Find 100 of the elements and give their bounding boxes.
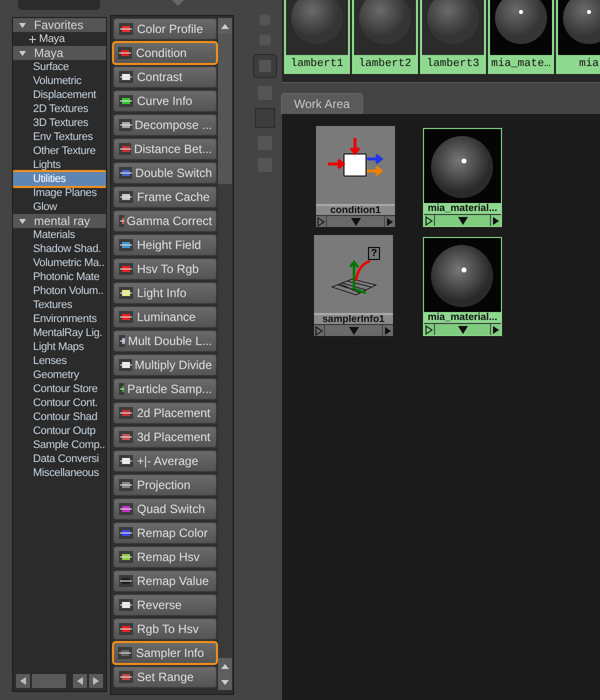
output-port-icon [383, 325, 393, 337]
node-button[interactable]: Frame Cache [113, 186, 217, 208]
tree-item[interactable]: Sample Comp.. [13, 438, 106, 452]
node-type-icon [118, 477, 134, 493]
tree-item[interactable]: Volumetric Ma.. [13, 256, 106, 270]
up-arrow-icon[interactable] [221, 24, 229, 28]
tree-item[interactable]: Photon Volum.. [13, 284, 106, 298]
scroll-thumb[interactable] [218, 34, 232, 184]
tree-item[interactable]: Shadow Shad. [13, 242, 106, 256]
node-button[interactable]: Projection [113, 474, 217, 496]
node-button[interactable]: Mult Double L... [113, 330, 217, 352]
tree-item[interactable]: Contour Store [13, 382, 106, 396]
toolbar-icon[interactable] [253, 54, 277, 78]
tree-header[interactable]: Maya [13, 46, 106, 60]
node-type-icon [118, 429, 134, 445]
node-type-icon [117, 645, 133, 661]
filter-field[interactable] [18, 0, 100, 10]
tree-item[interactable]: 3D Textures [13, 116, 106, 130]
tree-item[interactable]: Miscellaneous [13, 466, 106, 480]
node-button[interactable]: Condition [113, 42, 217, 64]
tree-item[interactable]: Materials [13, 228, 106, 242]
scroll-left-button[interactable] [16, 674, 30, 688]
tree-item[interactable]: Environments [13, 312, 106, 326]
node-button[interactable]: Color Profile [113, 18, 217, 40]
tree-item[interactable]: MentalRay Lig. [13, 326, 106, 340]
node-type-icon [118, 669, 134, 685]
tree-item[interactable]: Contour Cont. [13, 396, 106, 410]
material-swatch[interactable]: lambert3 [420, 0, 486, 74]
shader-node[interactable]: condition1 [316, 126, 395, 227]
node-type-icon [118, 333, 125, 349]
node-type-icon [118, 549, 134, 565]
material-swatch[interactable]: mia_mate… [488, 0, 554, 74]
node-type-icon [118, 189, 134, 205]
node-button[interactable]: Double Switch [113, 162, 217, 184]
tree-item[interactable]: Displacement [13, 88, 106, 102]
scroll-right-button[interactable] [89, 674, 103, 688]
down-arrow-icon[interactable] [221, 680, 229, 684]
node-type-icon [118, 69, 134, 85]
node-button[interactable]: 2d Placement [113, 402, 217, 424]
tree-item[interactable]: 2D Textures [13, 102, 106, 116]
node-type-icon [118, 573, 134, 589]
swatch-label: lambert2 [354, 55, 416, 74]
tree-item[interactable]: Glow [13, 200, 106, 214]
node-button[interactable]: Light Info [113, 282, 217, 304]
node-button[interactable]: Contrast [113, 66, 217, 88]
material-swatch[interactable]: lambert2 [352, 0, 418, 74]
node-label: condition1 [316, 204, 395, 215]
tree-item[interactable]: Volumetric [13, 74, 106, 88]
tree-item[interactable]: Maya [13, 32, 106, 46]
node-button[interactable]: Hsv To Rgb [113, 258, 217, 280]
tree-item[interactable]: Surface [13, 60, 106, 74]
tree-item[interactable]: Data Conversi [13, 452, 106, 466]
tree-item[interactable]: Contour Shad [13, 410, 106, 424]
scroll-left-button[interactable] [73, 674, 87, 688]
node-label: samplerInfo1 [314, 313, 393, 324]
shader-node[interactable]: mia_material... [423, 237, 502, 336]
node-button[interactable]: Set Range [113, 666, 217, 688]
output-port-icon [491, 324, 501, 336]
node-button[interactable]: 3d Placement [113, 426, 217, 448]
node-button[interactable]: Curve Info [113, 90, 217, 112]
node-button[interactable]: Sampler Info [113, 642, 217, 664]
node-button[interactable]: Height Field [113, 234, 217, 256]
tree-item[interactable]: Textures [13, 298, 106, 312]
tree-item[interactable]: Image Planes [13, 186, 106, 200]
tree-header[interactable]: mental ray [13, 214, 106, 228]
node-button[interactable]: Remap Color [113, 522, 217, 544]
tree-item[interactable]: Other Texture [13, 144, 106, 158]
node-button[interactable]: Distance Bet... [113, 138, 217, 160]
node-button[interactable]: Luminance [113, 306, 217, 328]
material-swatch[interactable]: mia [556, 0, 600, 74]
material-swatch[interactable]: lambert1 [284, 0, 350, 74]
node-button[interactable]: Particle Samp... [113, 378, 217, 400]
shader-node[interactable]: mia_material... [423, 128, 502, 227]
node-button[interactable]: Reverse [113, 594, 217, 616]
work-area-tab[interactable]: Work Area [281, 93, 363, 114]
tree-item[interactable]: Light Maps [13, 340, 106, 354]
node-button[interactable]: Gamma Correct [113, 210, 217, 232]
tree-item[interactable]: Env Textures [13, 130, 106, 144]
node-type-icon [118, 141, 131, 157]
tree-item[interactable]: Utilities [13, 172, 106, 186]
node-type-icon [118, 309, 134, 325]
tree-item[interactable]: Lights [13, 158, 106, 172]
scroll-thumb[interactable] [32, 674, 66, 688]
tree-header[interactable]: Favorites [13, 18, 106, 32]
tree-item[interactable]: Geometry [13, 368, 106, 382]
tree-item[interactable]: Photonic Mate [13, 270, 106, 284]
node-button[interactable]: Decompose ... [113, 114, 217, 136]
caret-icon[interactable] [172, 0, 184, 6]
up-arrow-icon[interactable] [221, 664, 229, 668]
node-button[interactable]: Remap Value [113, 570, 217, 592]
node-button[interactable]: Multiply Divide [113, 354, 217, 376]
scrollbar[interactable] [218, 18, 232, 690]
toolbar-icon[interactable] [255, 108, 275, 128]
node-button[interactable]: +|- Average [113, 450, 217, 472]
node-button[interactable]: Rgb To Hsv [113, 618, 217, 640]
tree-item[interactable]: Contour Outp [13, 424, 106, 438]
shader-node[interactable]: ? samplerInfo1 [314, 235, 393, 336]
node-button[interactable]: Quad Switch [113, 498, 217, 520]
tree-item[interactable]: Lenses [13, 354, 106, 368]
node-button[interactable]: Remap Hsv [113, 546, 217, 568]
